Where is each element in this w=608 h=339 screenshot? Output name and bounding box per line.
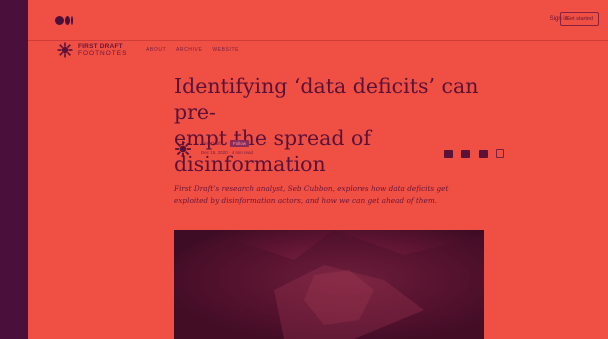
hero-image bbox=[174, 230, 484, 339]
top-navbar: Sign in Get started bbox=[28, 0, 608, 41]
avatar[interactable] bbox=[174, 140, 192, 158]
publish-date: Dec 15, 2020 · 4 min read bbox=[201, 150, 254, 155]
publication-name[interactable]: FIRST DRAFT FOOTNOTES bbox=[78, 43, 127, 57]
article-page: Sign in Get started FIRST DRAFT FOOTNOTE… bbox=[28, 0, 608, 339]
bookmark-icon[interactable] bbox=[496, 149, 504, 158]
article-lede: First Draft’s research analyst, Seb Cubb… bbox=[174, 183, 494, 207]
publication-name-line1: FIRST DRAFT bbox=[78, 43, 123, 50]
hero-image-art bbox=[174, 230, 484, 339]
facebook-icon[interactable] bbox=[478, 150, 488, 158]
nav-website[interactable]: WEBSITE bbox=[212, 47, 239, 53]
twitter-icon[interactable] bbox=[443, 150, 453, 158]
nav-archive[interactable]: ARCHIVE bbox=[176, 47, 202, 53]
lede-line-1: First Draft’s research analyst, Seb Cubb… bbox=[174, 184, 449, 193]
share-icons bbox=[440, 145, 504, 163]
publication-nav: ABOUT ARCHIVE WEBSITE bbox=[146, 47, 247, 53]
publication-name-line2: FOOTNOTES bbox=[78, 50, 128, 57]
title-line-1: Identifying ‘data deficits’ can pre- bbox=[174, 74, 479, 124]
linkedin-icon[interactable] bbox=[461, 150, 471, 158]
sunburst-icon[interactable] bbox=[57, 42, 73, 58]
author-block: First Draft Follow Dec 15, 2020 · 4 min … bbox=[174, 140, 504, 160]
author-name[interactable]: First Draft bbox=[201, 141, 221, 146]
publication-bar: FIRST DRAFT FOOTNOTES ABOUT ARCHIVE WEBS… bbox=[28, 41, 608, 61]
lede-line-2: exploited by disinformation actors, and … bbox=[174, 196, 438, 205]
get-started-button[interactable]: Get started bbox=[559, 12, 599, 26]
follow-button[interactable]: Follow bbox=[230, 140, 250, 147]
medium-logo-icon[interactable] bbox=[55, 14, 77, 26]
nav-about[interactable]: ABOUT bbox=[146, 47, 166, 53]
